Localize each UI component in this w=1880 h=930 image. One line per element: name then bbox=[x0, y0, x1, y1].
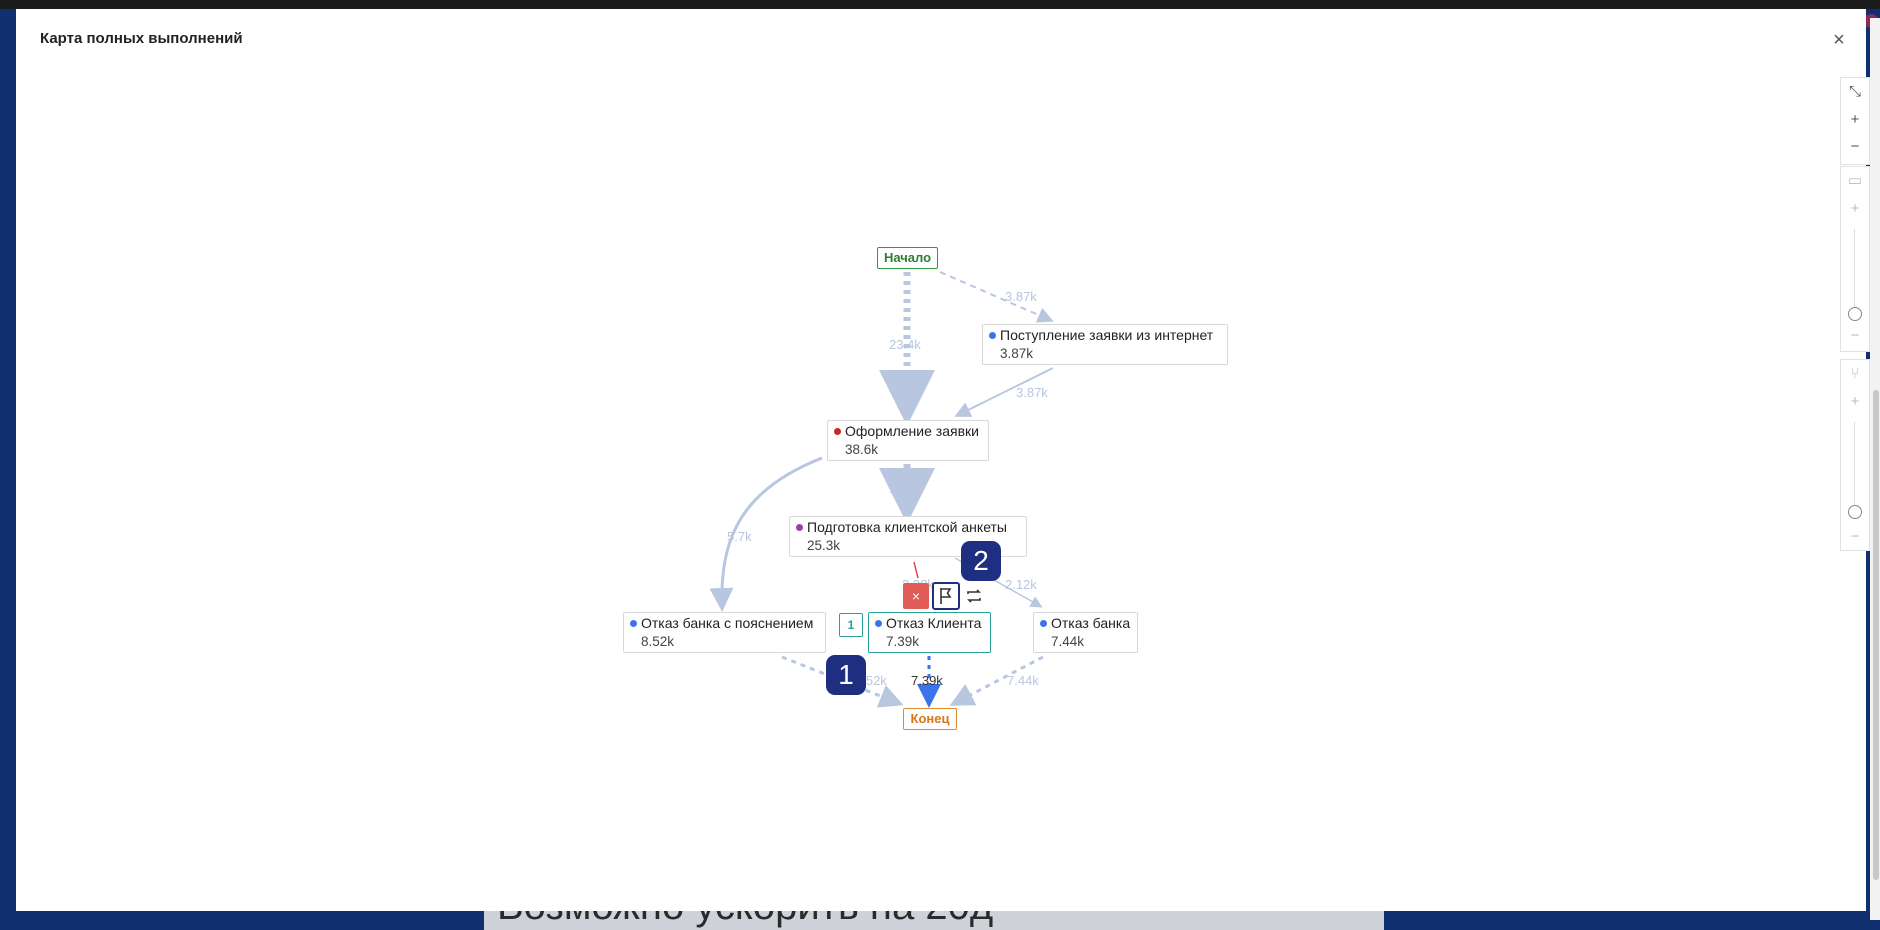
node-application[interactable]: Оформление заявки 38.6k bbox=[827, 420, 989, 461]
end-node[interactable]: Конец bbox=[903, 708, 957, 730]
start-node[interactable]: Начало bbox=[877, 247, 938, 269]
node-status-dot bbox=[630, 620, 637, 627]
repeat-icon[interactable] bbox=[963, 585, 985, 607]
node-count: 3.87k bbox=[1000, 346, 1034, 361]
node-bank-refusal[interactable]: Отказ банка 7.44k bbox=[1033, 612, 1138, 653]
edge-label-application-questionnaire: 17.7k bbox=[889, 481, 921, 496]
node-count: 7.44k bbox=[1051, 634, 1085, 649]
node-count: 25.3k bbox=[807, 538, 841, 553]
loop-icon bbox=[967, 589, 981, 603]
edge-label-internet-application: 3.87k bbox=[1016, 385, 1048, 400]
annotation-marker-1: 1 bbox=[826, 655, 866, 695]
node-label: Поступление заявки из интернет bbox=[1000, 327, 1214, 343]
edge-label-client-end: 7.39k bbox=[911, 673, 943, 688]
flag-button[interactable] bbox=[932, 582, 960, 610]
node-client-refusal[interactable]: Отказ Клиента 7.39k bbox=[868, 612, 991, 653]
edge-label-questionnaire-bank: 2.12k bbox=[1005, 577, 1037, 592]
node-status-dot bbox=[834, 428, 841, 435]
node-count: 8.52k bbox=[641, 634, 675, 649]
node-label: Отказ банка с пояснением bbox=[641, 615, 814, 631]
selection-count-badge[interactable]: 1 bbox=[839, 613, 863, 637]
remove-node-button[interactable]: × bbox=[903, 583, 929, 609]
edge-label-start-application: 23.4k bbox=[889, 337, 921, 352]
node-internet-application[interactable]: Поступление заявки из интернет 3.87k bbox=[982, 324, 1228, 365]
flag-icon bbox=[940, 588, 952, 604]
annotation-marker-2: 2 bbox=[961, 541, 1001, 581]
node-label: Оформление заявки bbox=[845, 423, 979, 439]
edge-label-start-internet: 3.87k bbox=[1005, 289, 1037, 304]
node-bank-refusal-explanation[interactable]: Отказ банка с пояснением 8.52k bbox=[623, 612, 826, 653]
node-status-dot bbox=[1040, 620, 1047, 627]
node-status-dot bbox=[796, 524, 803, 531]
node-count: 38.6k bbox=[845, 442, 879, 457]
node-status-dot bbox=[875, 620, 882, 627]
node-count: 7.39k bbox=[886, 634, 920, 649]
process-map-canvas[interactable]: 3.87k 23.4k 3.87k 17.7k 5.7k 3.38k 2.12k… bbox=[0, 0, 1880, 920]
node-label: Отказ Клиента bbox=[886, 615, 982, 631]
node-label: Подготовка клиентской анкеты bbox=[807, 519, 1007, 535]
node-status-dot bbox=[989, 332, 996, 339]
edge-questionnaire-client bbox=[913, 561, 919, 579]
node-label: Отказ банка bbox=[1051, 615, 1131, 631]
edge-label-bank-end: 7.44k bbox=[1007, 673, 1039, 688]
edge-label-application-bank-expl: 5.7k bbox=[727, 529, 752, 544]
